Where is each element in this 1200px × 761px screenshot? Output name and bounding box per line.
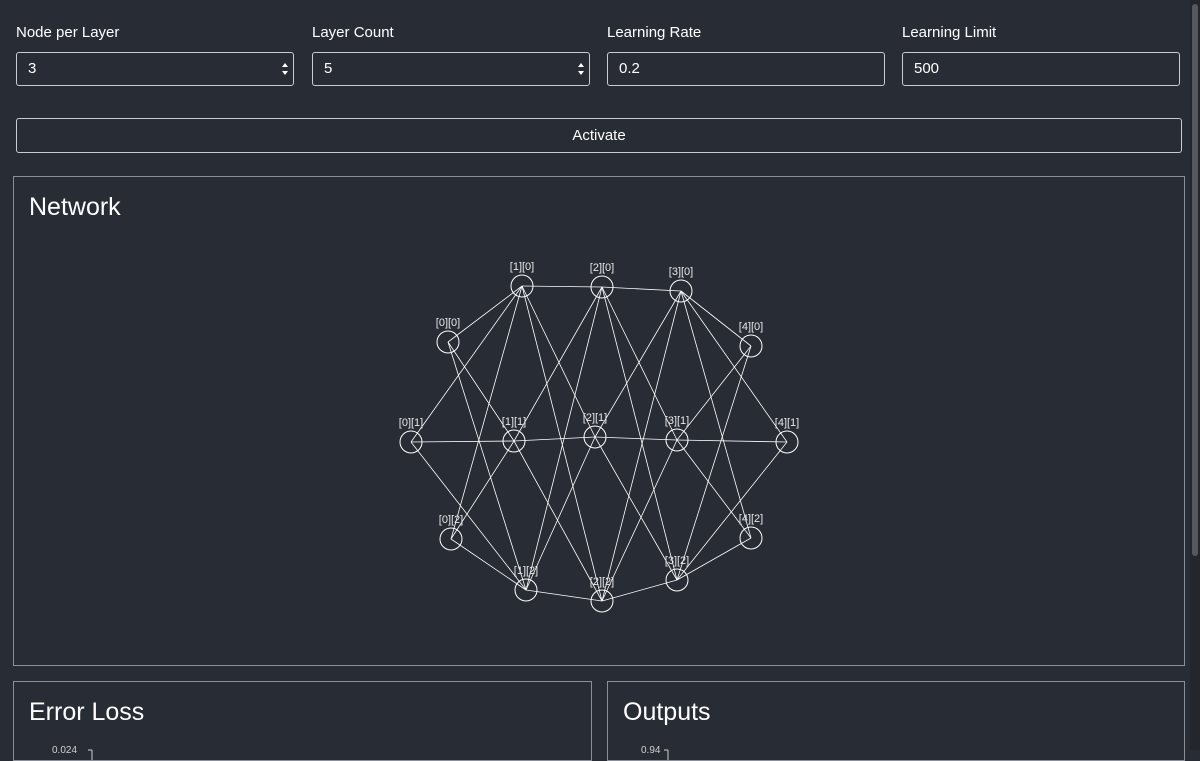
network-edge (447, 341, 527, 591)
network-node-label: [0][0] (436, 317, 460, 329)
network-node-label: [2][0] (590, 262, 614, 274)
network-node-label: [4][1] (775, 417, 799, 429)
outputs-top-tick: 0.94 (641, 745, 661, 756)
layer-count-select[interactable]: 5 (312, 52, 590, 86)
network-edge (525, 589, 603, 602)
network-node-label: [2][2] (590, 576, 614, 588)
network-node-label: [0][2] (439, 514, 463, 526)
layer-count-value: 5 (324, 60, 333, 77)
outputs-axis: 0.94 (641, 745, 669, 760)
network-edge (447, 285, 523, 343)
activate-button[interactable]: Activate (16, 118, 1182, 153)
page-scrollbar[interactable] (1190, 0, 1200, 750)
node-per-layer-select[interactable]: 3 (16, 52, 294, 86)
error-loss-title: Error Loss (29, 698, 145, 726)
network-node-label: [3][0] (669, 266, 693, 278)
select-arrows-icon (578, 63, 584, 75)
network-node-label: [3][2] (665, 555, 689, 567)
layer-count-label: Layer Count (312, 24, 394, 41)
network-edge (450, 285, 523, 540)
network-edge (410, 441, 527, 591)
error-loss-top-tick: 0.024 (52, 745, 77, 756)
network-edge (410, 440, 515, 443)
network-node-label: [0][1] (399, 417, 423, 429)
network-edge (594, 436, 678, 441)
outputs-panel: Outputs 0.94 (607, 681, 1185, 761)
network-node-label: [1][0] (510, 261, 534, 273)
learning-limit-label: Learning Limit (902, 24, 997, 41)
learning-rate-label: Learning Rate (607, 24, 702, 41)
network-edge (525, 286, 603, 591)
learning-rate-input[interactable]: 0.2 (607, 52, 885, 86)
network-node-label: [3][1] (665, 415, 689, 427)
network-node-label: [1][2] (514, 565, 538, 577)
network-node-label: [4][0] (739, 321, 763, 333)
network-nodes: [0][0] [0][1] [0][2] [1][0] [1][1] [1][2] [2][… (399, 261, 799, 613)
network-edges (410, 285, 788, 602)
network-edge (676, 441, 788, 581)
network-node-label: [1][1] (502, 416, 526, 428)
network-edge (601, 286, 682, 292)
network-panel: Network [0][0] [0][1] [0][2] [1][0] [1][1] [1… (13, 176, 1185, 666)
error-loss-axis: 0.024 (52, 745, 93, 760)
network-node-label: [2][1] (583, 412, 607, 424)
outputs-title: Outputs (623, 698, 711, 726)
network-edge (676, 439, 788, 443)
network-node-label: [4][2] (739, 513, 763, 525)
learning-limit-input[interactable]: 500 (902, 52, 1180, 86)
network-edge (521, 285, 603, 288)
learning-rate-value: 0.2 (619, 60, 640, 77)
learning-limit-value: 500 (914, 60, 940, 77)
node-per-layer-value: 3 (28, 60, 37, 77)
network-graph: [0][0] [0][1] [0][2] [1][0] [1][1] [1][2] [2][… (399, 261, 799, 613)
scroll-thumb[interactable] (1192, 4, 1198, 556)
error-loss-panel: Error Loss 0.024 (13, 681, 592, 761)
network-edge (680, 290, 788, 443)
select-arrows-icon (282, 63, 288, 75)
network-edge (513, 436, 596, 442)
node-per-layer-label: Node per Layer (16, 24, 120, 41)
network-edge (680, 290, 752, 347)
network-edge (601, 286, 678, 581)
network-edge (676, 345, 752, 581)
